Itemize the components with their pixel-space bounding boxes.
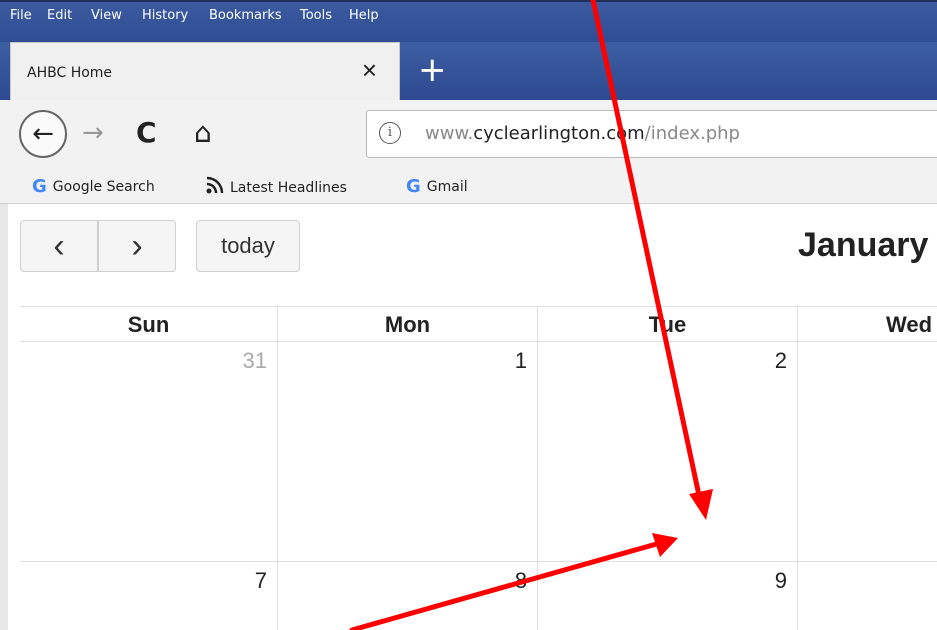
tab-title: AHBC Home [27, 65, 113, 81]
day-cell[interactable]: 31 [20, 342, 278, 561]
day-number: 1 [514, 348, 527, 373]
url-domain: cyclearlington.com [473, 123, 645, 144]
home-icon[interactable]: ⌂ [194, 116, 212, 149]
menu-bar: File Edit View History Bookmarks Tools H… [0, 0, 937, 42]
day-number: 8 [514, 568, 527, 593]
page-content: ‹ › today January Sun Mon Tue Wed 31 1 2 [0, 204, 937, 630]
bookmark-latest-headlines[interactable]: Latest Headlines [206, 176, 347, 199]
day-cell[interactable]: 2 [538, 342, 798, 561]
menu-view[interactable]: View [91, 8, 122, 23]
back-arrow-icon: ← [32, 119, 54, 149]
bookmark-label: Google Search [52, 178, 155, 195]
dow-sun: Sun [20, 307, 278, 343]
url-path: /index.php [644, 123, 740, 144]
dow-mon: Mon [278, 307, 538, 343]
day-cell[interactable]: 7 [20, 562, 278, 630]
day-number: 9 [774, 568, 787, 593]
menu-help[interactable]: Help [349, 8, 379, 23]
prev-month-button[interactable]: ‹ [20, 220, 98, 272]
tab-strip: AHBC Home × + [0, 42, 937, 100]
next-month-button[interactable]: › [98, 220, 176, 272]
calendar-grid: Sun Mon Tue Wed 31 1 2 7 8 9 [20, 306, 937, 630]
week-row: 31 1 2 [20, 342, 937, 562]
week-row: 7 8 9 [20, 562, 937, 630]
google-icon: G [32, 176, 47, 197]
new-tab-icon[interactable]: + [418, 53, 447, 87]
url-prefix: www. [425, 123, 474, 144]
dow-tue: Tue [538, 307, 798, 343]
rss-icon [206, 176, 224, 199]
day-of-week-header: Sun Mon Tue Wed [20, 306, 937, 343]
day-cell[interactable]: 8 [278, 562, 538, 630]
menu-file[interactable]: File [10, 8, 32, 23]
close-tab-icon[interactable]: × [362, 57, 377, 83]
dow-wed: Wed [886, 312, 933, 337]
forward-arrow-icon[interactable]: → [82, 118, 104, 148]
day-cell[interactable] [798, 342, 937, 561]
bookmark-gmail[interactable]: G Gmail [406, 176, 468, 197]
nav-bar: ← → C ⌂ i www.cyclearlington.com/index.p… [0, 100, 937, 166]
bookmark-label: Latest Headlines [230, 179, 347, 196]
url-bar[interactable]: i www.cyclearlington.com/index.php [366, 110, 937, 158]
tab-ahbc-home[interactable]: AHBC Home × [10, 42, 400, 100]
menu-tools[interactable]: Tools [300, 8, 332, 23]
day-number: 7 [254, 568, 267, 593]
menu-edit[interactable]: Edit [47, 8, 72, 23]
google-icon: G [406, 176, 421, 197]
bookmarks-bar: G Google Search Latest Headlines G Gmail [0, 166, 937, 204]
calendar-title: January [798, 226, 929, 264]
day-cell[interactable]: 1 [278, 342, 538, 561]
site-info-icon[interactable]: i [379, 122, 401, 144]
reload-icon[interactable]: C [136, 116, 157, 149]
chevron-left-icon: ‹ [53, 227, 65, 265]
menu-history[interactable]: History [142, 8, 188, 23]
back-button[interactable]: ← [19, 110, 67, 158]
today-button[interactable]: today [196, 220, 300, 272]
chevron-right-icon: › [131, 227, 143, 265]
day-number: 2 [774, 348, 787, 373]
day-number: 31 [242, 348, 267, 373]
bookmark-google-search[interactable]: G Google Search [32, 176, 155, 197]
day-cell[interactable] [798, 562, 937, 630]
menu-bookmarks[interactable]: Bookmarks [209, 8, 282, 23]
day-cell[interactable]: 9 [538, 562, 798, 630]
url-text: www.cyclearlington.com/index.php [425, 123, 740, 144]
bookmark-label: Gmail [426, 178, 468, 195]
